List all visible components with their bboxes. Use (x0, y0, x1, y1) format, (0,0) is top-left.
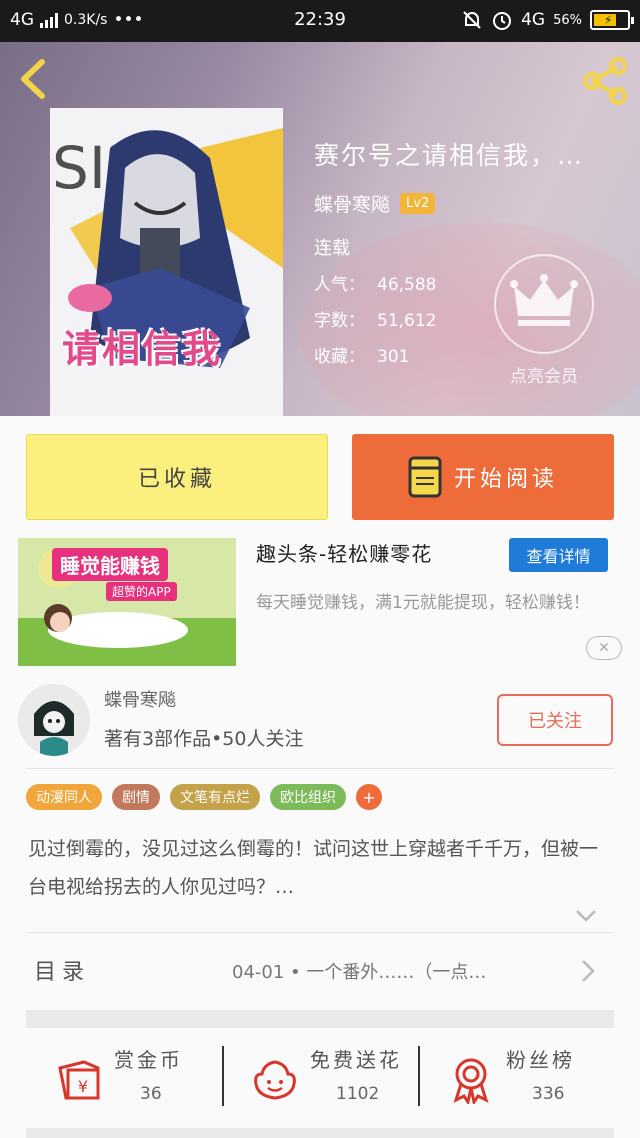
fan-ranking-icon (453, 1058, 489, 1104)
word-count-label: 字数： (314, 311, 365, 331)
chevron-right-icon (582, 960, 595, 982)
serial-status: 连载 (314, 238, 350, 259)
reward-coin-icon: ¥ (58, 1060, 100, 1100)
table-of-contents-row[interactable]: 目录 04-01 • 一个番外……（一点… (26, 944, 614, 1000)
svg-text:¥: ¥ (78, 1077, 88, 1096)
ad-detail-button[interactable]: 查看详情 (509, 538, 608, 572)
word-count-stat: 字数： 51,612 (314, 306, 436, 331)
section-separator (26, 1128, 614, 1138)
start-reading-button[interactable]: 开始阅读 (352, 434, 614, 520)
divider (26, 932, 614, 933)
crown-icon (510, 274, 578, 326)
reward-coin-button[interactable]: ¥ 赏金币 36 (26, 1028, 222, 1128)
book-author[interactable]: 蝶骨寒飚 (314, 190, 390, 217)
tag-item[interactable]: 欧比组织 (270, 784, 346, 810)
tag-item[interactable]: 文笔有点烂 (170, 784, 260, 810)
fan-ranking-button[interactable]: 粉丝榜 336 (418, 1028, 614, 1128)
collect-label: 收藏： (314, 347, 365, 367)
alarm-clock-icon (493, 12, 512, 30)
ad-image-headline: 睡觉能赚钱 (52, 548, 168, 581)
ad-image-subline: 超赞的APP (106, 582, 177, 601)
vip-crown-button[interactable] (494, 254, 594, 354)
share-icon[interactable] (580, 56, 630, 106)
chevron-down-icon[interactable] (574, 908, 598, 924)
book-title: 赛尔号之请相信我，… (314, 141, 585, 170)
mute-bell-icon (463, 11, 481, 29)
popularity-value: 46,588 (377, 275, 437, 295)
reward-coin-label: 赏金币 (114, 1048, 183, 1072)
author-avatar-image (18, 684, 90, 756)
battery-icon: ⚡ (590, 10, 634, 30)
follow-button[interactable]: 已关注 (497, 694, 613, 746)
popularity-stat: 人气： 46,588 (314, 270, 436, 295)
author-meta: 著有3部作品•50人关注 (104, 728, 304, 750)
send-flower-label: 免费送花 (310, 1048, 402, 1072)
add-tag-button[interactable]: + (356, 784, 382, 810)
collect-stat: 收藏： 301 (314, 342, 409, 367)
book-author-line: 蝶骨寒飚 Lv2 (314, 190, 436, 217)
word-count-value: 51,612 (377, 311, 437, 331)
ad-description: 每天睡觉赚钱，满1元就能提现，轻松赚钱！ (256, 593, 590, 613)
author-level-badge: Lv2 (400, 193, 436, 214)
toc-label: 目录 (34, 960, 91, 985)
book-header: SIEE 请相信我 赛尔号之请相信我，… 蝶骨寒飚 Lv2 连载 人气： 46,5… (0, 42, 640, 416)
collected-button[interactable]: 已收藏 (26, 434, 328, 520)
author-name[interactable]: 蝶骨寒飚 (104, 686, 176, 712)
popularity-label: 人气： (314, 275, 365, 295)
avatar[interactable] (18, 684, 90, 756)
fan-ranking-count: 336 (532, 1084, 565, 1104)
ad-close-icon[interactable]: ✕ (586, 636, 622, 660)
send-flower-button[interactable]: 免费送花 1102 (222, 1028, 418, 1128)
ad-image[interactable]: 睡觉能赚钱 超赞的APP (18, 538, 236, 666)
section-separator (26, 1010, 614, 1028)
divider (26, 768, 614, 769)
tag-list: 动漫同人 剧情 文笔有点烂 欧比组织 + (26, 784, 382, 810)
book-cover[interactable]: SIEE 请相信我 (50, 108, 283, 416)
vip-crown-label: 点亮会员 (510, 367, 578, 387)
reward-coin-count: 36 (140, 1084, 162, 1104)
latest-chapter: 04-01 • 一个番外……（一点… (232, 962, 487, 983)
collect-value: 301 (377, 347, 410, 367)
tag-item[interactable]: 动漫同人 (26, 784, 102, 810)
action-bar: ¥ 赏金币 36 免费送花 1102 粉丝榜 336 (26, 1028, 614, 1128)
book-icon (408, 456, 442, 498)
status-bar: 4G 0.3K/s ••• 22:39 4G 56% ⚡ (0, 0, 640, 42)
tag-item[interactable]: 剧情 (112, 784, 160, 810)
cover-title-text: 请相信我 (62, 327, 223, 371)
status-bar-right: 4G 56% ⚡ (461, 9, 634, 31)
back-arrow-icon[interactable] (14, 56, 54, 102)
ad-title[interactable]: 趣头条-轻松赚零花 (256, 538, 432, 567)
fan-ranking-label: 粉丝榜 (506, 1048, 575, 1072)
network-type-right: 4G (521, 10, 546, 30)
book-detail-content: 已收藏 开始阅读 睡觉能赚钱 超赞的APP 趣头条-轻松赚零花 查看详情 每天睡… (0, 416, 640, 1138)
flower-icon (254, 1060, 296, 1100)
book-synopsis[interactable]: 见过倒霉的，没见过这么倒霉的！试问这世上穿越者千千万，但被一台电视给拐去的人你见… (28, 830, 616, 906)
start-reading-label: 开始阅读 (453, 467, 558, 492)
battery-percent: 56% (553, 12, 582, 28)
send-flower-count: 1102 (336, 1084, 380, 1104)
